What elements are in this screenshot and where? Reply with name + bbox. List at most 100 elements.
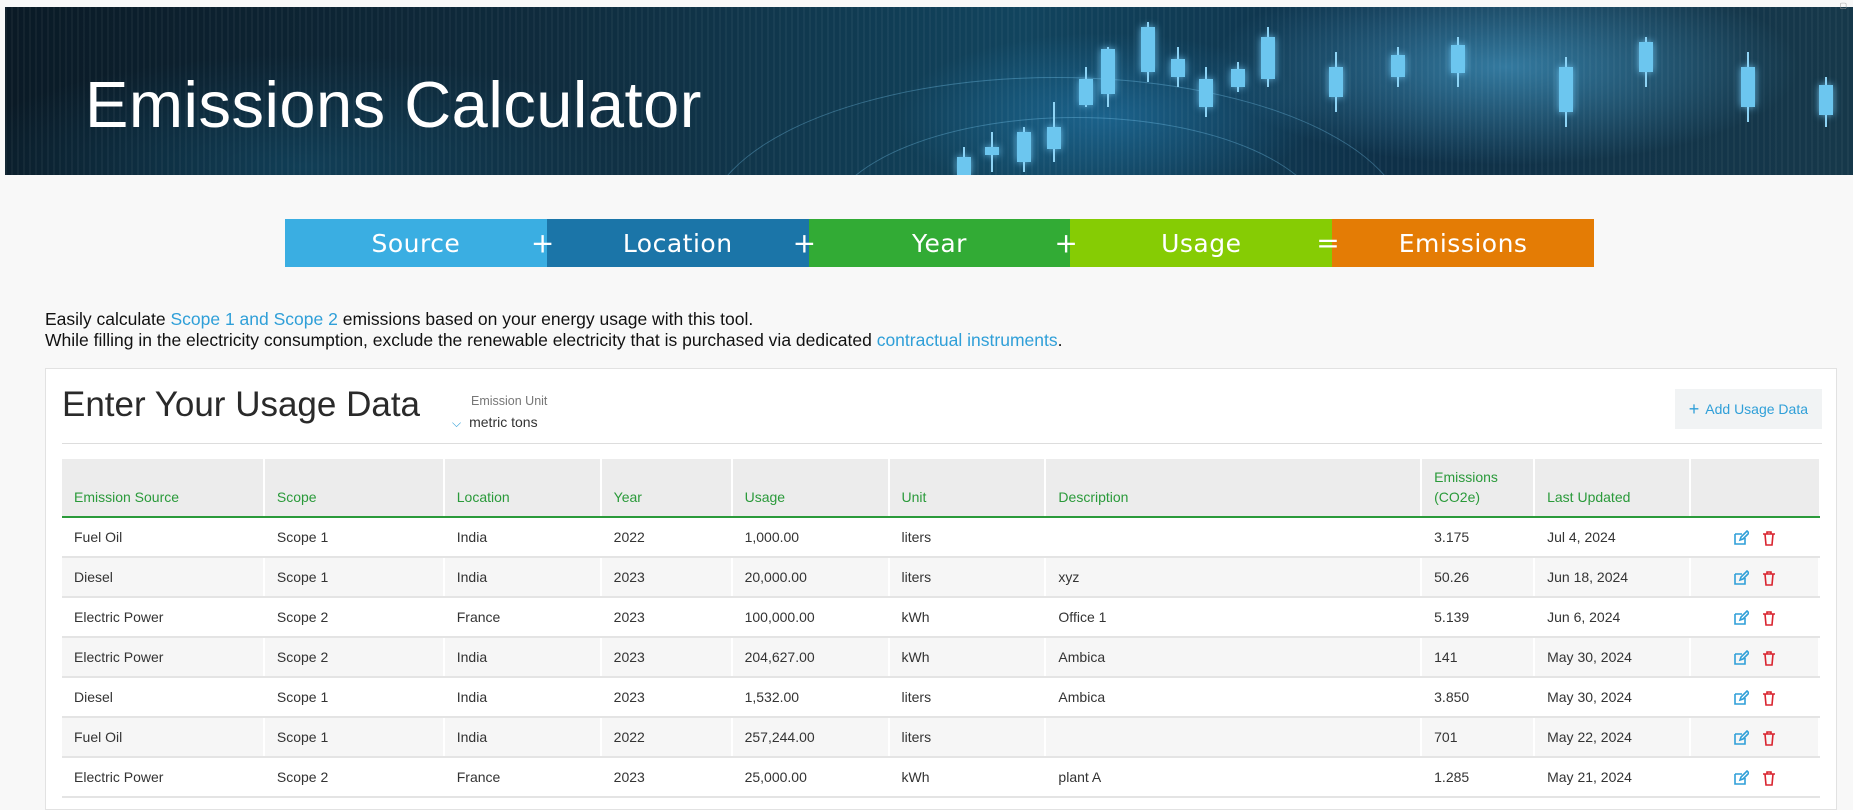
formula-step-location: Location + (546, 219, 816, 267)
table-cell: 2022 (600, 717, 733, 758)
table-cell: 100,000.00 (731, 597, 890, 638)
add-usage-data-button[interactable]: + Add Usage Data (1674, 389, 1822, 429)
table-cell: 2023 (600, 677, 733, 718)
table-cell: kWh (888, 597, 1047, 638)
table-cell: Scope 2 (263, 637, 445, 678)
table-cell: 1,000.00 (731, 517, 890, 558)
intro-line-2: While filling in the electricity consump… (45, 330, 1062, 351)
formula-step-usage: Usage = (1070, 219, 1340, 267)
table-cell: 2023 (600, 637, 733, 678)
intro-text: Easily calculate Scope 1 and Scope 2 emi… (45, 309, 1062, 351)
trash-icon[interactable] (1761, 530, 1777, 546)
table-cell: 141 (1421, 637, 1536, 678)
table-cell: Scope 2 (263, 757, 445, 798)
table-cell: liters (888, 677, 1047, 718)
chevron-down-icon: ⌵ (452, 416, 462, 430)
table-row: Electric Power Scope 2 France 2023 100,000.0… (62, 597, 1820, 638)
emission-unit-select[interactable]: ⌵ metric tons (452, 414, 538, 431)
table-cell: 701 (1421, 717, 1536, 758)
table-body: Fuel Oil Scope 1 India 2022 1,000.00 liters 3.… (62, 517, 1820, 798)
table-row: Diesel Scope 1 India 2023 1,532.00 liters Ambi… (62, 677, 1820, 718)
formula-step-label: Emissions (1398, 228, 1528, 258)
table-row: Fuel Oil Scope 1 India 2022 1,000.00 liters 3.… (62, 517, 1820, 558)
table-cell: Electric Power (62, 597, 265, 638)
row-actions (1690, 757, 1820, 798)
column-header: Emission Source (62, 459, 265, 518)
table-cell: Fuel Oil (62, 517, 265, 558)
table-cell: Jun 6, 2024 (1534, 597, 1692, 638)
table-cell: kWh (888, 757, 1047, 798)
scope-link[interactable]: Scope 1 and Scope 2 (170, 309, 337, 329)
edit-icon[interactable] (1733, 729, 1750, 746)
formula-step-label: Usage (1161, 228, 1242, 258)
table-cell: Scope 2 (263, 597, 445, 638)
table-row: Electric Power Scope 2 France 2023 25,000.00… (62, 757, 1820, 798)
formula-step-label: Location (622, 228, 733, 258)
table-cell: Fuel Oil (62, 717, 265, 758)
edit-icon[interactable] (1733, 569, 1750, 586)
edit-icon[interactable] (1733, 689, 1750, 706)
formula-step-source: Source + (285, 219, 554, 267)
table-cell: May 30, 2024 (1534, 677, 1692, 718)
emission-unit-label: Emission Unit (471, 394, 548, 408)
table-cell: 5.139 (1421, 597, 1536, 638)
page-title: Emissions Calculator (85, 68, 702, 141)
formula-step-year: Year + (808, 219, 1078, 267)
table-cell: May 30, 2024 (1534, 637, 1692, 678)
table-cell: 257,244.00 (731, 717, 890, 758)
plus-icon: + (1688, 398, 1700, 419)
column-header: Usage (731, 459, 890, 518)
table-cell: 50.26 (1421, 557, 1536, 598)
table-cell: plant A (1045, 757, 1423, 798)
table-cell: May 21, 2024 (1534, 757, 1692, 798)
edit-icon[interactable] (1733, 769, 1750, 786)
usage-data-card: Enter Your Usage Data Emission Unit ⌵ met… (45, 368, 1837, 810)
intro-text-segment: emissions based on your energy usage wit… (337, 309, 754, 329)
divider (62, 443, 1822, 444)
table-cell: Electric Power (62, 757, 265, 798)
plus-operator: + (1054, 226, 1079, 260)
table-cell: Jul 4, 2024 (1534, 517, 1692, 558)
formula-step-label: Source (371, 228, 461, 258)
edit-icon[interactable] (1733, 609, 1750, 626)
table-cell: liters (888, 517, 1047, 558)
table-cell: Jun 18, 2024 (1534, 557, 1692, 598)
table-cell: Scope 1 (263, 557, 445, 598)
intro-text-segment: While filling in the electricity consump… (45, 330, 877, 350)
table-cell: 1.285 (1421, 757, 1536, 798)
row-actions (1690, 597, 1820, 638)
emission-unit-value: metric tons (469, 414, 538, 430)
trash-icon[interactable] (1761, 730, 1777, 746)
formula-bar: Source + Location + Year + Usage = Emissions (285, 219, 1594, 267)
edit-icon[interactable] (1733, 529, 1750, 546)
table-cell: May 22, 2024 (1534, 717, 1692, 758)
table-cell: kWh (888, 637, 1047, 678)
section-title: Enter Your Usage Data (62, 385, 421, 424)
row-actions (1690, 517, 1820, 558)
table-cell: Ambica (1045, 637, 1423, 678)
table-cell: 2023 (600, 557, 733, 598)
equals-operator: = (1316, 226, 1341, 260)
table-cell: India (443, 637, 602, 678)
row-actions (1690, 677, 1820, 718)
table-cell: Scope 1 (263, 677, 445, 718)
trash-icon[interactable] (1761, 610, 1777, 626)
column-header: Scope (263, 459, 445, 518)
formula-step-label: Year (912, 228, 967, 258)
contractual-instruments-link[interactable]: contractual instruments (877, 330, 1058, 350)
column-header: Year (600, 459, 733, 518)
header-banner: Emissions Calculator (5, 7, 1853, 175)
column-header: Last Updated (1534, 459, 1692, 518)
table-cell (1045, 717, 1423, 758)
edit-icon[interactable] (1733, 649, 1750, 666)
trash-icon[interactable] (1761, 690, 1777, 706)
trash-icon[interactable] (1761, 650, 1777, 666)
table-cell: 2023 (600, 757, 733, 798)
table-cell: liters (888, 717, 1047, 758)
intro-text-segment: Easily calculate (45, 309, 171, 329)
trash-icon[interactable] (1761, 770, 1777, 786)
trash-icon[interactable] (1761, 570, 1777, 586)
table-cell: Scope 1 (263, 517, 445, 558)
table-cell: India (443, 517, 602, 558)
window-corner-icon: ▢ (1839, 1, 1847, 10)
